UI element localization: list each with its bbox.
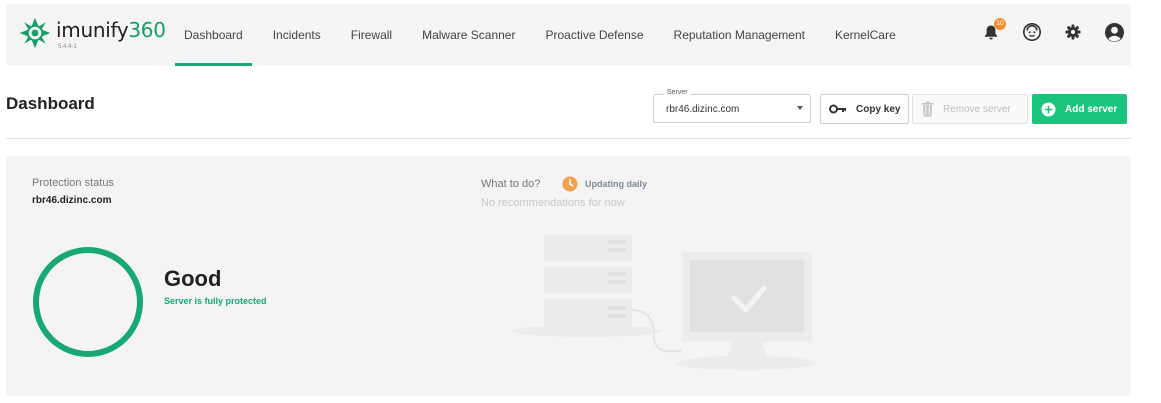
dashboard-panel: Protection status rbr46.dizinc.com Good … [6, 156, 1131, 396]
no-recommendations-message: No recommendations for now [481, 197, 625, 209]
server-select-label: Server [664, 89, 691, 96]
notification-count-badge: 10 [994, 18, 1006, 30]
tab-firewall[interactable]: Firewall [336, 4, 407, 66]
tab-dashboard[interactable]: Dashboard [169, 4, 258, 66]
main-nav: Dashboard Incidents Firewall Malware Sca… [169, 4, 911, 66]
page-title: Dashboard [6, 94, 95, 113]
remove-server-label: Remove server [943, 103, 1011, 115]
gear-icon [1065, 24, 1081, 40]
protection-status-label: Protection status [32, 177, 114, 189]
server-monitor-illustration [511, 234, 816, 370]
app-logo[interactable]: imunify360 5.4.4-1 [18, 16, 166, 50]
settings-button[interactable] [1062, 21, 1084, 43]
tab-kernelcare[interactable]: KernelCare [820, 4, 911, 66]
app-version: 5.4.4-1 [58, 44, 77, 50]
status-ring-icon [33, 247, 143, 357]
status-subtitle: Server is fully protected [164, 296, 267, 306]
caret-down-icon [797, 106, 803, 110]
app-name-prefix: imunify [56, 18, 129, 42]
what-to-do-label: What to do? [481, 178, 541, 190]
copy-key-button[interactable]: Copy key [820, 94, 909, 124]
key-icon [829, 104, 847, 114]
app-name: imunify360 [56, 18, 166, 42]
tab-malware-scanner[interactable]: Malware Scanner [407, 4, 530, 66]
top-icons: 10 [961, 18, 1125, 43]
imunify-logo-icon [19, 17, 51, 49]
server-select[interactable]: Server rbr46.dizinc.com [653, 89, 811, 123]
top-navigation-bar: imunify360 5.4.4-1 Dashboard Incidents F… [6, 4, 1131, 66]
user-avatar-icon [1104, 22, 1124, 42]
server-select-value: rbr46.dizinc.com [666, 104, 740, 115]
tab-reputation-management[interactable]: Reputation Management [659, 4, 820, 66]
trash-icon [921, 101, 934, 117]
support-button[interactable] [1021, 21, 1043, 43]
status-title: Good [164, 266, 222, 291]
tab-incidents[interactable]: Incidents [258, 4, 336, 66]
copy-key-label: Copy key [856, 103, 901, 115]
plus-circle-icon [1041, 102, 1056, 117]
app-name-suffix: 360 [128, 18, 166, 42]
add-server-button[interactable]: Add server [1032, 94, 1127, 124]
tab-proactive-defense[interactable]: Proactive Defense [530, 4, 658, 66]
clock-icon [562, 176, 578, 192]
header-divider [6, 138, 1131, 139]
protection-host: rbr46.dizinc.com [32, 195, 112, 206]
remove-server-button[interactable]: Remove server [912, 94, 1028, 124]
add-server-label: Add server [1065, 103, 1118, 115]
notifications-button[interactable]: 10 [980, 18, 1006, 43]
support-agent-icon [1023, 23, 1041, 41]
updating-daily-label: Updating daily [585, 179, 648, 189]
account-button[interactable] [1103, 21, 1125, 43]
